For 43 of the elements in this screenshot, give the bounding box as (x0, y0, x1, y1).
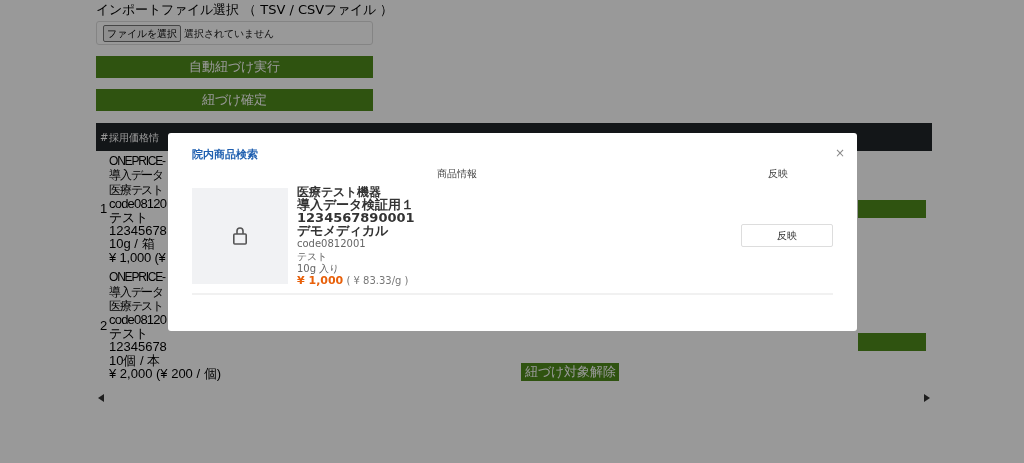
cell-text: code08120 (109, 197, 167, 211)
scroll-right-icon[interactable] (924, 393, 930, 402)
cell-text: ONEPRICE- (109, 271, 165, 285)
row-number: 1 (100, 201, 108, 217)
apply-button[interactable]: 反映 (741, 224, 833, 248)
cell-text: ONEPRICE- (109, 155, 165, 169)
cell-text: ¥ 2,000 (¥ 200 / 個) (109, 367, 221, 381)
cell-text: 12345678 (109, 340, 167, 354)
product-code: code0812001 (297, 238, 366, 250)
action-button[interactable]: 紐づけ確定 (96, 89, 373, 111)
column-header: 採用価格情 (109, 130, 159, 145)
file-select-button[interactable]: ファイルを選択 (103, 24, 181, 42)
cell-text: 医療テスト (109, 300, 163, 314)
column-header: 商品情報 (437, 167, 477, 179)
field-label: インポートファイル選択 （ TSV / CSVファイル ） (96, 2, 395, 18)
product-price: ¥ 1,000 (297, 273, 344, 287)
cell-text: テスト (109, 210, 148, 225)
cell-text: ¥ 1,000 (¥ (109, 250, 166, 265)
cell-text: 医療テスト (109, 183, 163, 198)
action-button[interactable] (858, 200, 926, 219)
product-category: テスト (297, 250, 327, 262)
package-size: 10g 入り (297, 262, 340, 274)
unit-price: ( ¥ 83.33/g ) (346, 274, 409, 286)
file-input[interactable]: ファイルを選択 選択されていません (96, 21, 373, 45)
file-status: 選択されていません (184, 26, 274, 41)
cell-text: 10g / 箱 (109, 237, 155, 251)
cell-text: 導入データ (109, 169, 163, 183)
unlink-button[interactable]: 紐づけ対象解除 (521, 362, 619, 381)
row-number: 2 (100, 317, 108, 333)
column-header: 反映 (767, 167, 788, 179)
scroll-left-icon[interactable] (98, 393, 104, 402)
cell-text: 導入データ (109, 285, 163, 300)
cell-text: テスト (109, 326, 148, 341)
maker-name: デモメディカル (297, 223, 388, 239)
cell-text: 12345678 (109, 224, 167, 238)
close-button[interactable]: × (834, 147, 845, 159)
column-header: # (100, 131, 109, 143)
modal-title: 院内商品検索 (192, 147, 259, 163)
cell-text: code08120 (109, 313, 167, 327)
action-button[interactable]: 自動紐づけ実行 (96, 56, 373, 78)
cell-text: 10個 / 本 (109, 353, 161, 368)
action-button[interactable] (858, 332, 926, 351)
product-name: 医療テスト機器 (297, 184, 381, 199)
